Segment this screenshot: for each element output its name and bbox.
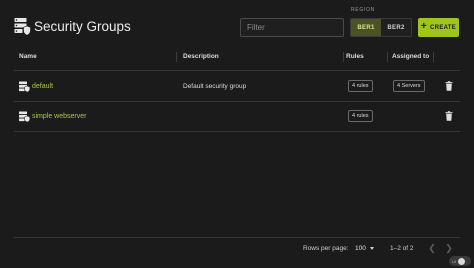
create-button-label: CREATE	[430, 24, 457, 31]
column-description[interactable]: Description	[183, 53, 219, 60]
header-divider	[14, 70, 460, 71]
rules-chip[interactable]: 4 rules	[348, 80, 373, 92]
rules-chip[interactable]: 4 rules	[348, 110, 373, 122]
create-button[interactable]: + CREATE	[418, 18, 459, 37]
column-divider	[343, 52, 344, 62]
column-divider	[433, 52, 434, 62]
column-rules[interactable]: Rules	[346, 53, 364, 60]
server-shield-icon	[14, 18, 31, 36]
security-group-link[interactable]: default	[32, 83, 53, 90]
column-divider	[176, 52, 177, 62]
caret-down-icon	[369, 247, 374, 250]
region-label: REGION	[351, 7, 375, 13]
theme-toggle[interactable]: Lit	[449, 256, 471, 266]
page-title: Security Groups	[34, 19, 131, 34]
assigned-servers-chip[interactable]: 4 Servers	[393, 80, 425, 92]
plus-icon: +	[420, 21, 428, 32]
rows-per-page-value: 100	[355, 245, 366, 252]
column-divider	[387, 52, 388, 62]
security-group-description: Default security group	[183, 83, 247, 90]
toggle-knob-icon	[458, 257, 466, 265]
row-divider	[14, 131, 460, 132]
theme-toggle-label: Lit	[452, 258, 457, 264]
previous-page-icon[interactable]: ❮	[427, 243, 437, 253]
rows-per-page-label: Rows per page:	[303, 245, 349, 252]
delete-icon[interactable]	[445, 81, 453, 91]
security-group-icon	[19, 111, 30, 122]
filter-input[interactable]	[240, 18, 344, 37]
security-groups-page: Security Groups REGION BER1 BER2 + CREAT…	[0, 0, 474, 268]
next-page-icon[interactable]: ❯	[444, 243, 454, 253]
security-group-link[interactable]: simple webserver	[32, 113, 86, 120]
table-header: Name Description Rules Assigned to	[14, 46, 460, 70]
pagination-range: 1–2 of 2	[390, 245, 414, 252]
delete-icon[interactable]	[445, 111, 453, 121]
column-name[interactable]: Name	[19, 53, 37, 60]
region-ber1-button[interactable]: BER1	[351, 19, 381, 36]
table-row[interactable]: simple webserver 4 rules	[14, 102, 460, 132]
footer-divider	[14, 237, 460, 238]
column-assigned-to[interactable]: Assigned to	[392, 53, 429, 60]
region-ber2-button[interactable]: BER2	[381, 19, 411, 36]
rows-per-page-select[interactable]: 100	[355, 245, 374, 252]
region-toggle: BER1 BER2	[350, 18, 412, 37]
table-row[interactable]: default Default security group 4 rules 4…	[14, 72, 460, 102]
security-group-icon	[19, 81, 30, 92]
